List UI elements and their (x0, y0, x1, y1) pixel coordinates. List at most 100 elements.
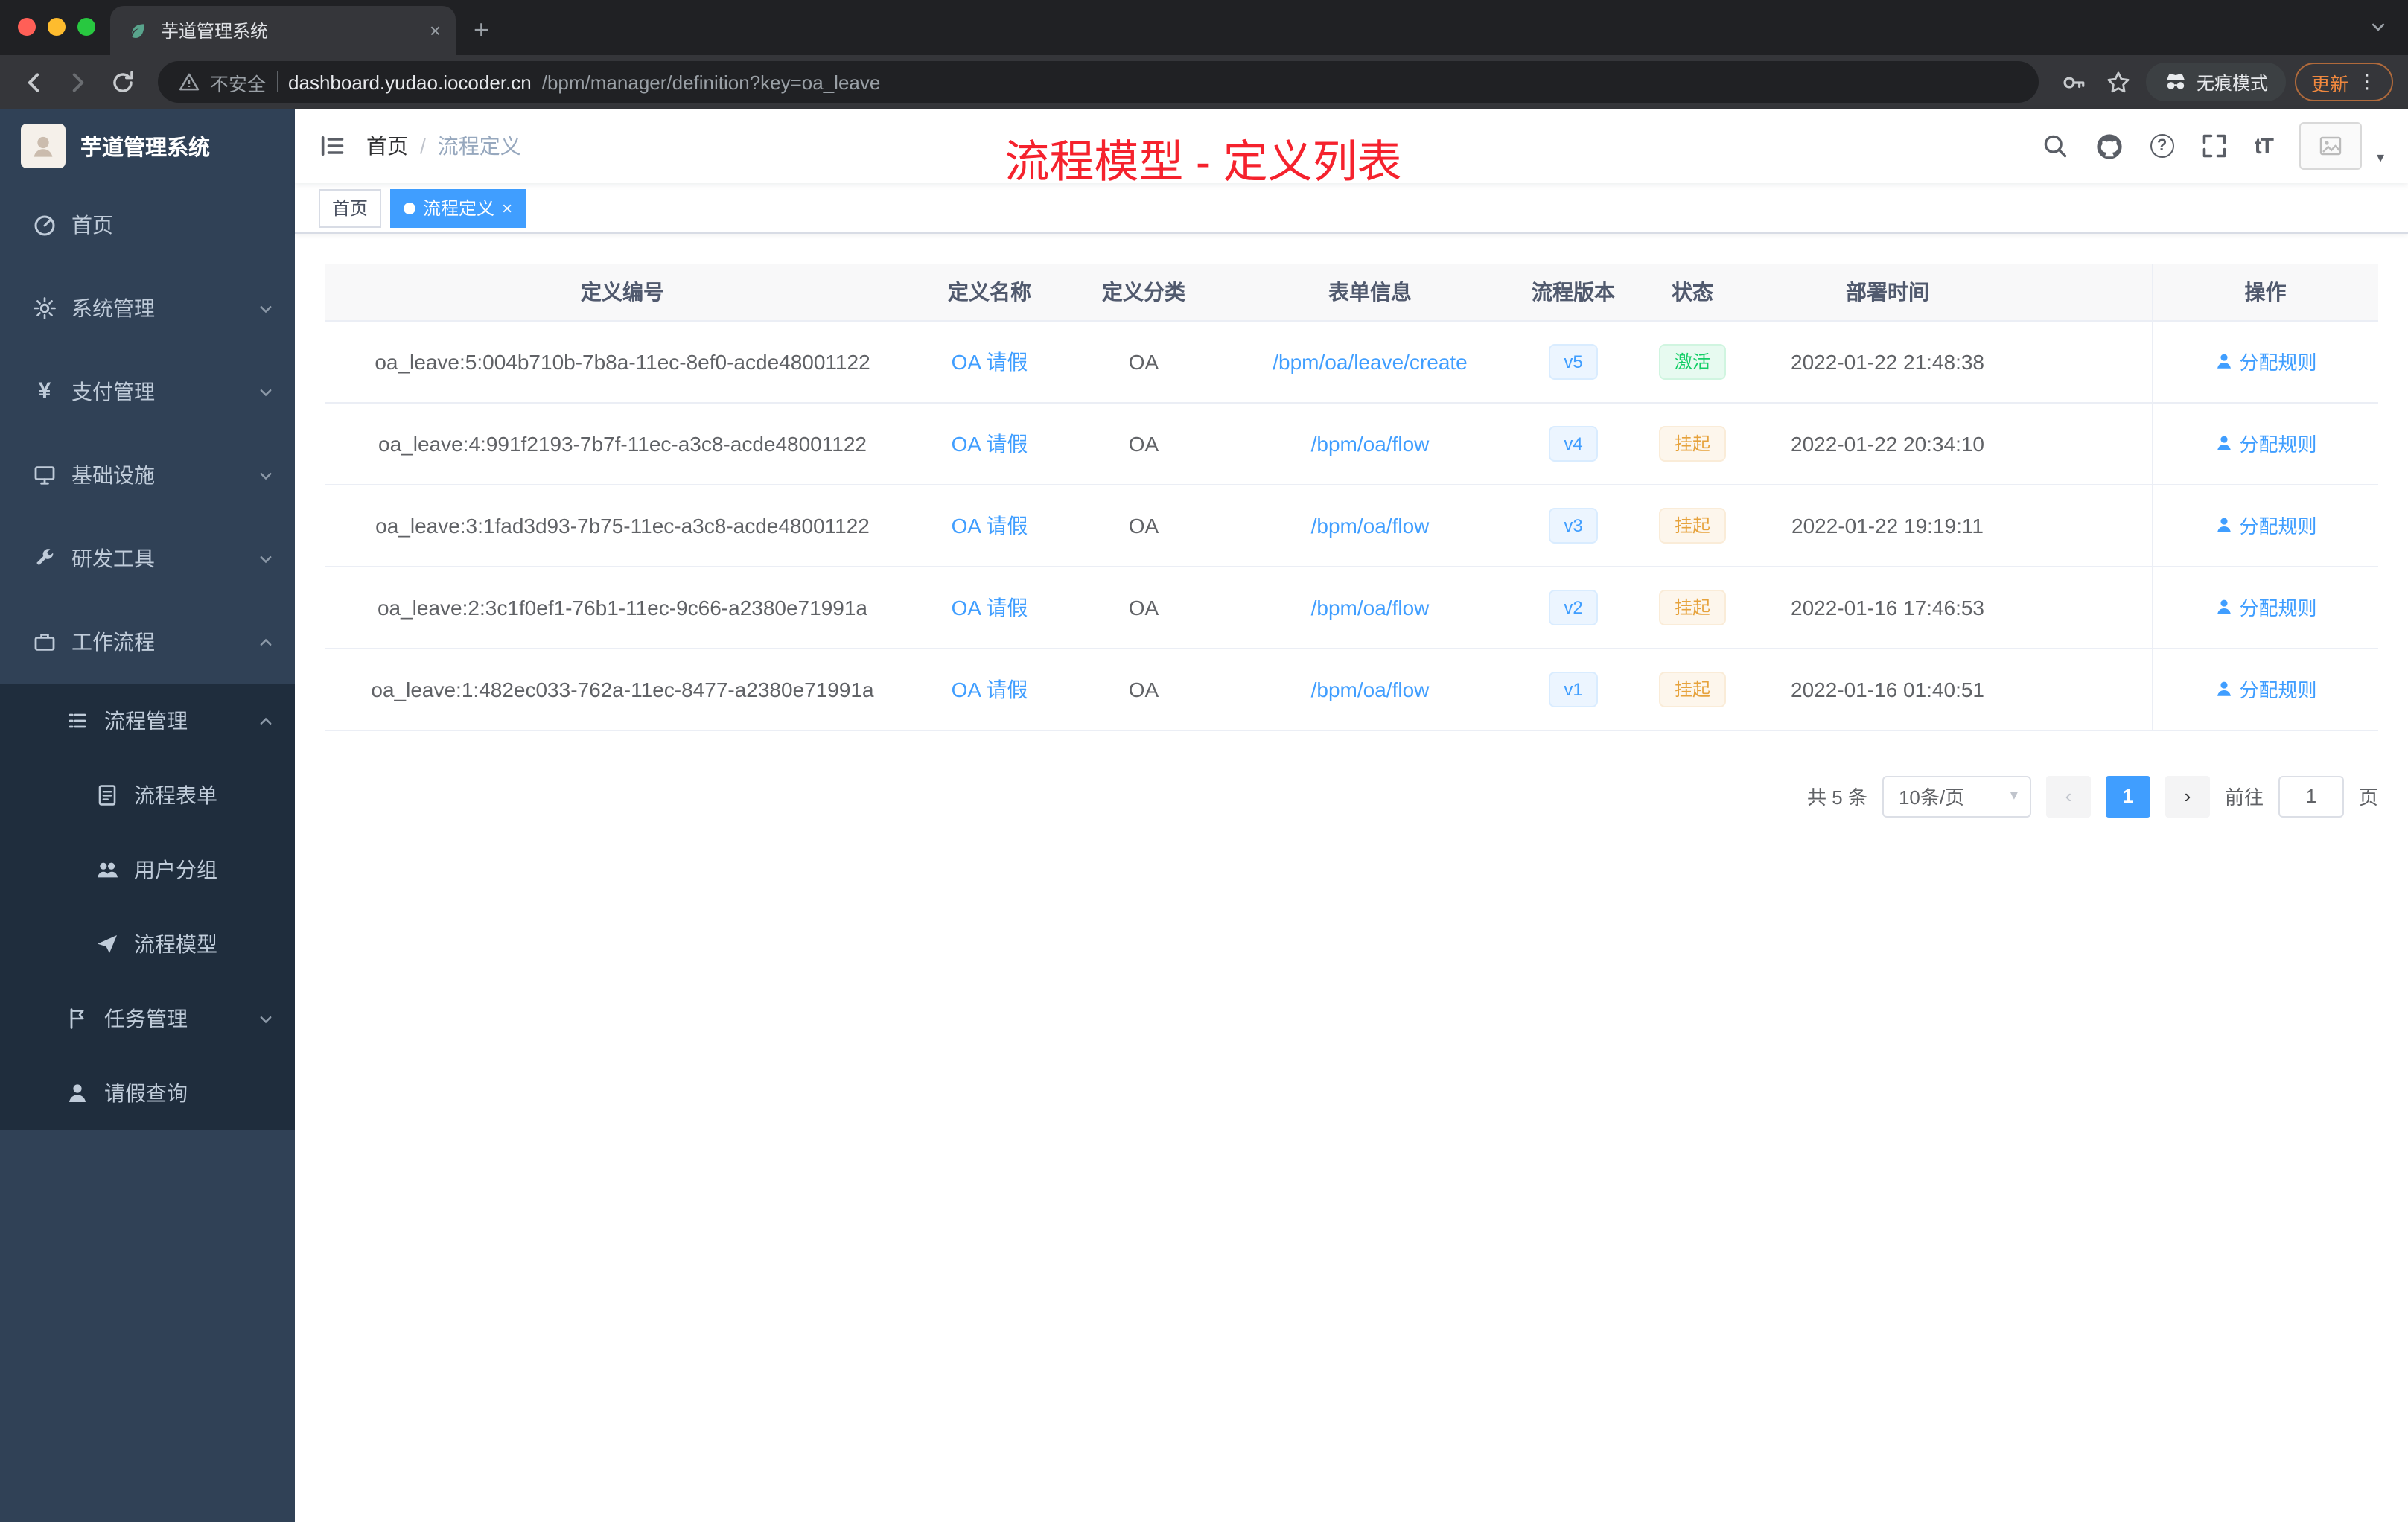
breadcrumb-home[interactable]: 首页 (366, 131, 408, 161)
navbar-actions: ? tT ▾ (2042, 122, 2384, 170)
col-deploy-time: 部署时间 (1750, 264, 2025, 321)
dashboard-icon (33, 213, 57, 237)
prev-page-button[interactable]: ‹ (2045, 775, 2091, 817)
app-title: 芋道管理系统 (80, 136, 210, 160)
person-icon (66, 1081, 89, 1105)
tag-close-icon[interactable]: × (502, 199, 512, 217)
chevron-down-icon (258, 300, 274, 316)
sidebar-item-payment[interactable]: ¥ 支付管理 (0, 350, 295, 433)
sidebar-item-user-group[interactable]: 用户分组 (0, 832, 295, 907)
back-button[interactable] (15, 64, 51, 100)
table-row: oa_leave:1:482ec033-762a-11ec-8477-a2380… (325, 648, 2378, 730)
zoom-window-button[interactable] (77, 18, 95, 36)
table-row: oa_leave:3:1fad3d93-7b75-11ec-a3c8-acde4… (325, 484, 2378, 567)
definition-name-link[interactable]: OA 请假 (952, 431, 1028, 455)
tag-process-definition[interactable]: 流程定义 × (390, 188, 526, 227)
logo-avatar (21, 124, 66, 168)
sidebar-item-system[interactable]: 系统管理 (0, 267, 295, 350)
definition-name-link[interactable]: OA 请假 (952, 677, 1028, 701)
definition-id: oa_leave:5:004b710b-7b8a-11ec-8ef0-acde4… (375, 349, 870, 373)
form-info-link[interactable]: /bpm/oa/flow (1311, 595, 1430, 619)
version-badge: v1 (1549, 671, 1598, 707)
page-size-select[interactable]: 10条/页 ▾ (1882, 775, 2031, 817)
sidebar-item-process-form[interactable]: 流程表单 (0, 758, 295, 832)
bookmark-star-icon[interactable] (2101, 64, 2137, 100)
active-tag-dot (404, 202, 416, 214)
avatar-caret-icon[interactable]: ▾ (2377, 150, 2384, 170)
sidebar-item-process-model[interactable]: 流程模型 (0, 907, 295, 981)
form-info-link[interactable]: /bpm/oa/flow (1311, 431, 1430, 455)
fullscreen-icon[interactable] (2201, 133, 2228, 159)
col-definition-name: 定义名称 (920, 264, 1059, 321)
definition-id: oa_leave:4:991f2193-7b7f-11ec-a3c8-acde4… (378, 431, 867, 455)
assign-rule-link[interactable]: 分配规则 (2214, 675, 2317, 703)
security-label[interactable]: 不安全 (210, 68, 266, 96)
browser-menu-icon[interactable]: ⋮ (2357, 70, 2377, 94)
tag-home[interactable]: 首页 (319, 188, 382, 227)
table-row: oa_leave:5:004b710b-7b8a-11ec-8ef0-acde4… (325, 320, 2378, 403)
app-shell: 芋道管理系统 首页 系统管理 ¥ 支付管理 基础设施 研发工具 工作流程 流程管… (0, 109, 2408, 1522)
paper-plane-icon (95, 932, 119, 956)
minimize-window-button[interactable] (48, 18, 66, 36)
assign-rule-link[interactable]: 分配规则 (2214, 429, 2317, 457)
forward-button[interactable] (60, 64, 95, 100)
user-icon (2217, 599, 2231, 614)
form-info-link[interactable]: /bpm/oa/leave/create (1273, 349, 1468, 373)
sidebar-item-workflow[interactable]: 工作流程 (0, 600, 295, 684)
font-size-icon[interactable]: tT (2255, 133, 2274, 159)
app-logo[interactable]: 芋道管理系统 (0, 109, 295, 183)
chevron-down-icon (258, 467, 274, 483)
sidebar-item-infrastructure[interactable]: 基础设施 (0, 433, 295, 517)
assign-rule-link[interactable]: 分配规则 (2214, 593, 2317, 621)
current-page-button[interactable]: 1 (2105, 775, 2150, 817)
sidebar-fold-icon[interactable] (319, 133, 345, 159)
address-bar[interactable]: 不安全 dashboard.yudao.iocoder.cn/bpm/manag… (158, 61, 2039, 103)
list-icon (66, 709, 89, 733)
breadcrumb-separator: / (420, 134, 426, 158)
page-content: 定义编号 定义名称 定义分类 表单信息 流程版本 状态 部署时间 操作 oa_l… (295, 234, 2408, 1522)
definition-name-link[interactable]: OA 请假 (952, 513, 1028, 537)
tab-search-icon[interactable] (2369, 18, 2387, 36)
form-info-link[interactable]: /bpm/oa/flow (1311, 677, 1430, 701)
reload-button[interactable] (104, 64, 140, 100)
goto-page-input[interactable] (2278, 775, 2344, 817)
not-secure-warning-icon[interactable] (179, 71, 200, 92)
tab-favicon-icon (125, 19, 149, 42)
next-page-button[interactable]: › (2165, 775, 2210, 817)
form-info-link[interactable]: /bpm/oa/flow (1311, 513, 1430, 537)
sidebar-item-leave-query[interactable]: 请假查询 (0, 1056, 295, 1130)
assign-rule-link[interactable]: 分配规则 (2214, 347, 2317, 375)
screen: 芋道管理系统 × + 不安全 dashboard.yudao.iocoder.c… (0, 0, 2408, 1522)
chevron-down-icon: ▾ (2010, 788, 2018, 804)
definition-name-link[interactable]: OA 请假 (952, 349, 1028, 373)
chevron-up-icon (258, 713, 274, 729)
main-area: 首页 / 流程定义 ? tT ▾ 首页 流程定义 × 定义编号 定义名称 定义分… (295, 109, 2408, 1522)
chevron-up-icon (258, 634, 274, 650)
definition-category: OA (1128, 595, 1159, 619)
col-process-version: 流程版本 (1512, 264, 1635, 321)
definition-category: OA (1128, 513, 1159, 537)
breadcrumb-current: 流程定义 (437, 134, 521, 158)
github-icon[interactable] (2095, 132, 2124, 160)
user-icon (2217, 518, 2231, 532)
sidebar: 芋道管理系统 首页 系统管理 ¥ 支付管理 基础设施 研发工具 工作流程 流程管… (0, 109, 295, 1522)
password-key-icon[interactable] (2057, 64, 2092, 100)
assign-rule-link[interactable]: 分配规则 (2214, 511, 2317, 539)
sidebar-item-home[interactable]: 首页 (0, 183, 295, 267)
user-avatar[interactable] (2299, 122, 2362, 170)
version-badge: v5 (1549, 343, 1598, 379)
sidebar-item-process-management[interactable]: 流程管理 (0, 684, 295, 758)
search-icon[interactable] (2042, 133, 2068, 159)
definition-name-link[interactable]: OA 请假 (952, 595, 1028, 619)
sidebar-item-task-management[interactable]: 任务管理 (0, 981, 295, 1056)
table-row: oa_leave:2:3c1f0ef1-76b1-11ec-9c66-a2380… (325, 566, 2378, 649)
new-tab-button[interactable]: + (474, 12, 489, 48)
browser-update-button[interactable]: 更新 ⋮ (2294, 63, 2393, 101)
close-window-button[interactable] (18, 18, 36, 36)
status-badge: 激活 (1659, 343, 1725, 379)
help-icon[interactable]: ? (2150, 134, 2174, 158)
browser-tab[interactable]: 芋道管理系统 × (110, 6, 456, 55)
flag-icon (66, 1007, 89, 1031)
sidebar-item-devtools[interactable]: 研发工具 (0, 517, 295, 600)
tab-close-icon[interactable]: × (430, 19, 441, 42)
